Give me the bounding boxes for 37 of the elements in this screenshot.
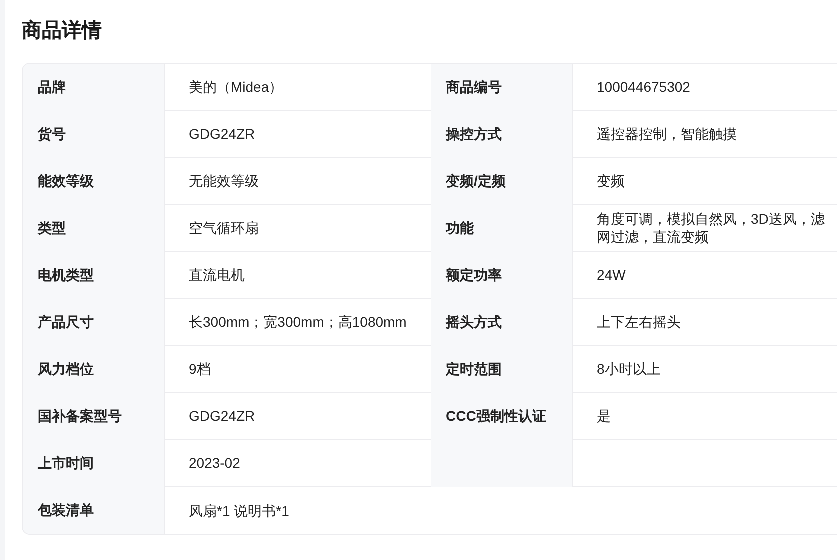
spec-label: 额定功率 — [446, 266, 502, 284]
spec-value: 变频 — [597, 172, 625, 190]
spec-label: 变频/定频 — [446, 172, 506, 190]
spec-label: CCC强制性认证 — [446, 408, 546, 426]
spec-label: 品牌 — [38, 78, 66, 96]
spec-label: 上市时间 — [38, 454, 94, 472]
spec-label: 操控方式 — [446, 126, 502, 144]
spec-value: 8小时以上 — [597, 360, 661, 378]
spec-value: 100044675302 — [597, 78, 690, 96]
spec-value: 上下左右摇头 — [597, 313, 681, 331]
spec-label: 电机类型 — [38, 266, 94, 284]
spec-value: GDG24ZR — [189, 125, 256, 143]
spec-value: 24W — [597, 266, 626, 284]
spec-label: 商品编号 — [446, 78, 502, 96]
spec-label: 包装清单 — [38, 502, 94, 520]
spec-value: 角度可调，模拟自然风，3D送风，滤网过滤，直流变频 — [597, 210, 826, 246]
section-title: 商品详情 — [22, 18, 102, 44]
spec-value: 美的（Midea） — [189, 78, 284, 96]
spec-label: 摇头方式 — [446, 314, 502, 332]
spec-value: 遥控器控制，智能触摸 — [597, 125, 737, 143]
spec-label: 产品尺寸 — [38, 314, 94, 332]
spec-label: 风力档位 — [38, 360, 94, 378]
spec-value: 空气循环扇 — [189, 219, 259, 237]
spec-value: 9档 — [189, 360, 211, 378]
spec-label: 能效等级 — [38, 172, 94, 190]
spec-label: 功能 — [446, 220, 474, 238]
spec-value: 直流电机 — [189, 266, 245, 284]
spec-label: 国补备案型号 — [38, 408, 122, 426]
spec-label: 定时范围 — [446, 360, 502, 378]
spec-value: 长300mm；宽300mm；高1080mm — [189, 313, 407, 331]
spec-value: 是 — [597, 407, 611, 425]
spec-value: 无能效等级 — [189, 172, 259, 190]
spec-label: 类型 — [38, 220, 66, 238]
spec-value: 2023-02 — [189, 454, 240, 472]
spec-label: 货号 — [38, 126, 66, 144]
spec-value: 风扇*1 说明书*1 — [189, 502, 290, 520]
spec-value: GDG24ZR — [189, 407, 256, 425]
